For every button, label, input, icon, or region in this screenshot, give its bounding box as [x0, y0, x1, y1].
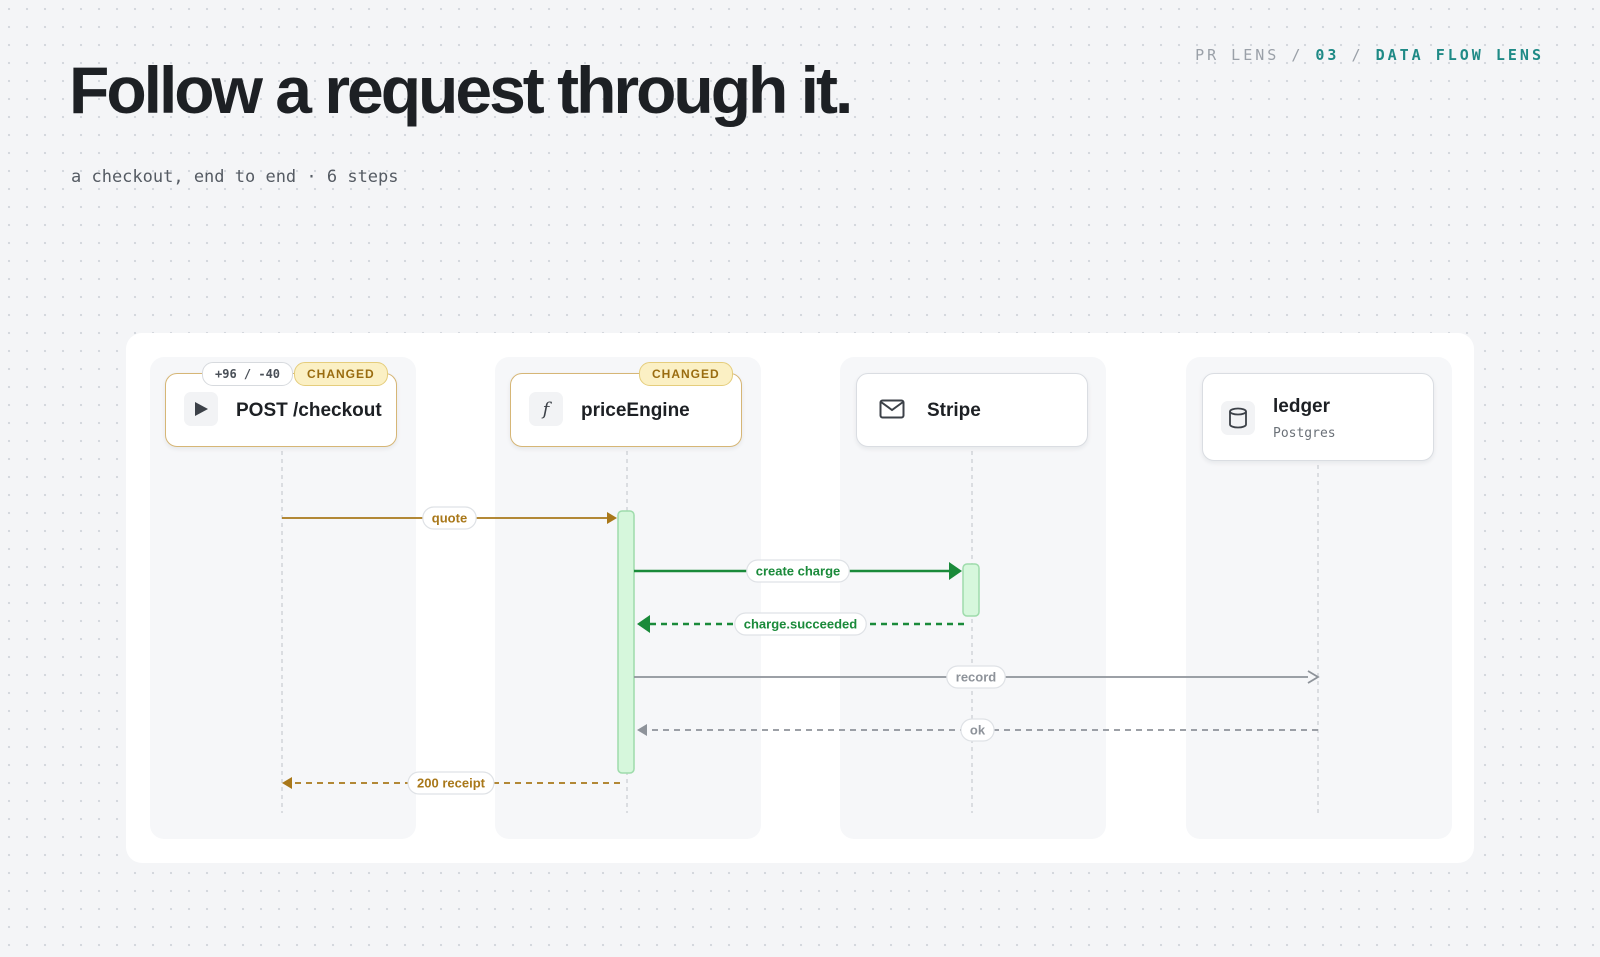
diff-stat-badge: +96 / -40: [202, 362, 294, 386]
message-label: record: [956, 670, 997, 685]
page-subtitle: a checkout, end to end · 6 steps: [71, 167, 399, 187]
node-price-engine[interactable]: f priceEngine CHANGED: [510, 362, 742, 447]
breadcrumb-separator: /: [1351, 46, 1364, 64]
message-label: 200 receipt: [417, 776, 486, 791]
envelope-icon: [875, 392, 909, 426]
message-label: quote: [432, 511, 467, 526]
message-label: charge.succeeded: [744, 617, 858, 632]
arrowhead: [607, 512, 617, 524]
node-label: POST /checkout: [236, 400, 382, 421]
arrowhead: [637, 615, 650, 633]
breadcrumb-separator: /: [1291, 46, 1304, 64]
node-label: priceEngine: [581, 400, 690, 421]
arrowhead: [637, 724, 647, 736]
arrowhead: [282, 777, 292, 789]
breadcrumb-root: PR LENS: [1195, 46, 1280, 64]
svg-text:f: f: [541, 399, 553, 420]
sequence-diagram-panel: quote create charge charge.succeeded record…: [126, 333, 1474, 863]
node-label: ledger: [1273, 396, 1331, 417]
node-stripe[interactable]: Stripe: [856, 373, 1088, 447]
node-label: Stripe: [927, 400, 981, 421]
changed-badge: CHANGED: [639, 362, 733, 386]
changed-badge: CHANGED: [294, 362, 388, 386]
node-ledger[interactable]: ledger Postgres: [1202, 373, 1434, 461]
activation-bar: [617, 510, 635, 774]
breadcrumb-current: DATA FLOW LENS: [1375, 46, 1544, 64]
arrowhead: [949, 562, 962, 580]
message-label: ok: [970, 723, 986, 738]
breadcrumb: PR LENS / 03 / DATA FLOW LENS: [1195, 46, 1544, 64]
breadcrumb-step-number: 03: [1315, 46, 1340, 64]
node-sublabel: Postgres: [1273, 426, 1336, 441]
page-title: Follow a request through it.: [69, 53, 853, 127]
arrowhead: [1307, 670, 1320, 684]
message-label: create charge: [756, 564, 841, 579]
node-post-checkout[interactable]: POST /checkout +96 / -40 CHANGED: [165, 362, 397, 447]
database-icon: [1221, 401, 1255, 435]
activation-bar: [962, 563, 980, 617]
play-icon: [184, 392, 218, 426]
function-icon: f: [529, 392, 563, 426]
